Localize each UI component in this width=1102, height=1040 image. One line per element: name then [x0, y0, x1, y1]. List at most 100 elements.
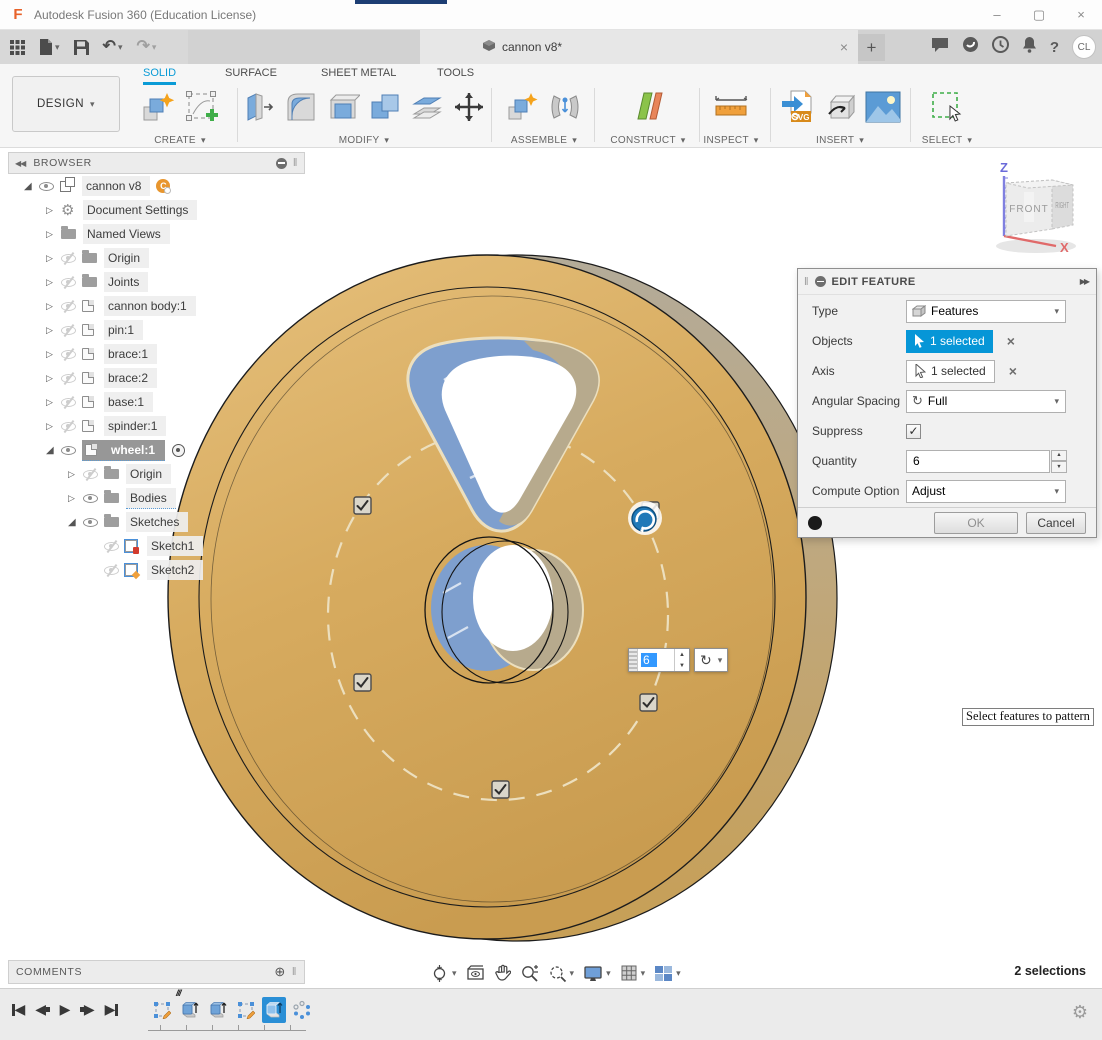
browser-item-brace2[interactable]: ▷ brace:2 — [8, 366, 305, 390]
tab-sheet-metal[interactable]: SHEET METAL — [321, 67, 396, 85]
combine-icon[interactable] — [368, 90, 402, 129]
clear-objects-icon[interactable]: × — [1007, 333, 1015, 349]
type-dropdown[interactable]: Features ▾ — [906, 300, 1066, 323]
collapse-panel-icon[interactable]: ◀◀ — [15, 159, 25, 168]
joint-icon[interactable] — [548, 90, 582, 129]
file-menu-button[interactable]: ▾ — [39, 39, 60, 55]
tab-close-icon[interactable]: × — [840, 39, 848, 55]
visibility-icon[interactable] — [104, 542, 125, 551]
visibility-icon[interactable] — [61, 446, 82, 455]
group-insert-label[interactable]: INSERT ▾ — [816, 135, 864, 146]
browser-item-origin[interactable]: ▷ Origin — [8, 246, 305, 270]
browser-item-bodies[interactable]: ▷ Bodies — [8, 486, 305, 510]
extensions-icon[interactable] — [962, 36, 979, 58]
step-back-button[interactable]: ◀ — [35, 1001, 49, 1018]
view-cube[interactable]: Z X FRONT RIGHT — [972, 156, 1092, 258]
viewports-button[interactable]: ▾ — [652, 964, 683, 983]
grid-snap-button[interactable]: ▾ — [618, 963, 648, 983]
step-forward-button[interactable]: ▶ — [80, 1001, 94, 1018]
move-icon[interactable] — [452, 90, 486, 129]
go-to-end-button[interactable]: ▶ — [105, 1001, 118, 1018]
rotate-manipulator[interactable] — [628, 501, 662, 535]
expand-icon[interactable]: ▷ — [68, 469, 83, 480]
browser-item-cannon-body[interactable]: ▷ cannon body:1 — [8, 294, 305, 318]
minimize-button[interactable]: – — [976, 0, 1018, 29]
maximize-button[interactable]: ▢ — [1018, 0, 1060, 29]
angular-spacing-button[interactable]: ↻ ▾ — [694, 648, 728, 672]
visibility-icon[interactable] — [83, 518, 104, 527]
new-component-icon[interactable] — [506, 90, 540, 129]
browser-item-brace1[interactable]: ▷ brace:1 — [8, 342, 305, 366]
panel-grip-icon[interactable]: ‖ — [292, 966, 297, 978]
save-button[interactable] — [74, 40, 89, 55]
tab-solid[interactable]: SOLID — [143, 67, 176, 85]
instance-checkbox[interactable] — [492, 781, 509, 798]
zoom-window-button[interactable]: ▾ — [546, 963, 577, 984]
redo-button[interactable]: ↷ ▾ — [136, 39, 156, 55]
user-avatar[interactable]: CL — [1072, 35, 1096, 59]
expand-icon[interactable]: ▷ — [46, 229, 61, 240]
edit-feature-dialog[interactable]: ‖ EDIT FEATURE ▶▶ Type Features ▾ Object… — [797, 268, 1097, 538]
group-assemble-label[interactable]: ASSEMBLE ▾ — [511, 135, 577, 146]
go-to-start-button[interactable]: ◀ — [12, 1001, 25, 1018]
group-select-label[interactable]: SELECT ▾ — [922, 135, 972, 146]
browser-item-joints[interactable]: ▷ Joints — [8, 270, 305, 294]
group-construct-label[interactable]: CONSTRUCT ▾ — [610, 135, 685, 146]
expand-icon[interactable]: ▷ — [46, 373, 61, 384]
browser-item-wheel-origin[interactable]: ▷ Origin — [8, 462, 305, 486]
objects-selection-button[interactable]: 1 selected — [906, 330, 993, 353]
canvas-image-icon[interactable] — [865, 91, 901, 128]
visibility-icon[interactable] — [83, 470, 104, 479]
visibility-icon[interactable] — [83, 494, 104, 503]
drag-handle[interactable] — [629, 649, 638, 671]
pan-button[interactable] — [492, 963, 513, 983]
visibility-icon[interactable] — [61, 302, 82, 311]
shell-icon[interactable] — [326, 90, 360, 129]
quantity-field[interactable]: 6 — [906, 450, 1050, 473]
timeline-extrude2-icon[interactable] — [206, 997, 230, 1023]
quantity-stepper[interactable]: ▲▼ — [674, 649, 689, 671]
visibility-icon[interactable] — [61, 374, 82, 383]
group-inspect-label[interactable]: INSPECT ▾ — [703, 135, 758, 146]
press-pull-icon[interactable] — [242, 90, 276, 129]
angular-spacing-dropdown[interactable]: ↻ Full ▾ — [906, 390, 1066, 413]
play-button[interactable]: ▶ — [60, 1001, 71, 1018]
ok-button[interactable]: OK — [934, 512, 1018, 534]
measure-icon[interactable] — [712, 90, 750, 129]
compute-option-dropdown[interactable]: Adjust ▾ — [906, 480, 1066, 503]
expand-icon[interactable]: ▷ — [46, 277, 61, 288]
quantity-spinner[interactable]: ▲▼ — [1051, 450, 1067, 473]
notifications-bell-icon[interactable] — [1022, 36, 1037, 58]
timeline-circular-pattern-icon[interactable] — [290, 997, 314, 1023]
browser-item-pin[interactable]: ▷ pin:1 — [8, 318, 305, 342]
visibility-icon[interactable] — [61, 278, 82, 287]
timeline-extrude1-icon[interactable]: /// — [178, 997, 202, 1023]
new-solid-icon[interactable] — [140, 89, 176, 130]
cancel-button[interactable]: Cancel — [1026, 512, 1086, 534]
panel-grip-icon[interactable]: ‖ — [293, 157, 298, 169]
browser-item-wheel[interactable]: ◢ wheel:1 — [8, 438, 305, 462]
offset-face-icon[interactable] — [410, 90, 444, 129]
undo-button[interactable]: ↶ ▾ — [103, 39, 123, 55]
browser-header[interactable]: ◀◀ BROWSER ‖ — [8, 152, 305, 174]
visibility-icon[interactable] — [104, 566, 125, 575]
visibility-icon[interactable] — [39, 182, 60, 191]
browser-item-base[interactable]: ▷ base:1 — [8, 390, 305, 414]
insert-svg-icon[interactable]: SVG — [779, 89, 815, 130]
app-grid-icon[interactable] — [10, 40, 25, 55]
browser-item-sketch1[interactable]: Sketch1 — [8, 534, 305, 558]
expand-icon[interactable]: ◢ — [68, 517, 83, 528]
browser-item-document-settings[interactable]: ▷ ⚙ Document Settings — [8, 198, 305, 222]
visibility-icon[interactable] — [61, 398, 82, 407]
info-icon[interactable] — [808, 516, 822, 530]
clear-axis-icon[interactable]: × — [1009, 363, 1017, 379]
modeling-viewport[interactable]: Z X FRONT RIGHT ◀◀ BROWSER ‖ ◢ cannon v8… — [0, 148, 1102, 958]
instance-checkbox[interactable] — [640, 694, 657, 711]
comments-icon[interactable] — [931, 37, 949, 58]
display-settings-icon[interactable] — [276, 158, 287, 169]
tab-surface[interactable]: SURFACE — [225, 67, 277, 85]
expand-dialog-icon[interactable]: ▶▶ — [1080, 277, 1088, 286]
expand-icon[interactable]: ▷ — [46, 397, 61, 408]
pattern-quantity-widget[interactable]: 6 ▲▼ ↻ ▾ — [628, 648, 728, 672]
suppress-checkbox[interactable]: ✓ — [906, 424, 921, 439]
